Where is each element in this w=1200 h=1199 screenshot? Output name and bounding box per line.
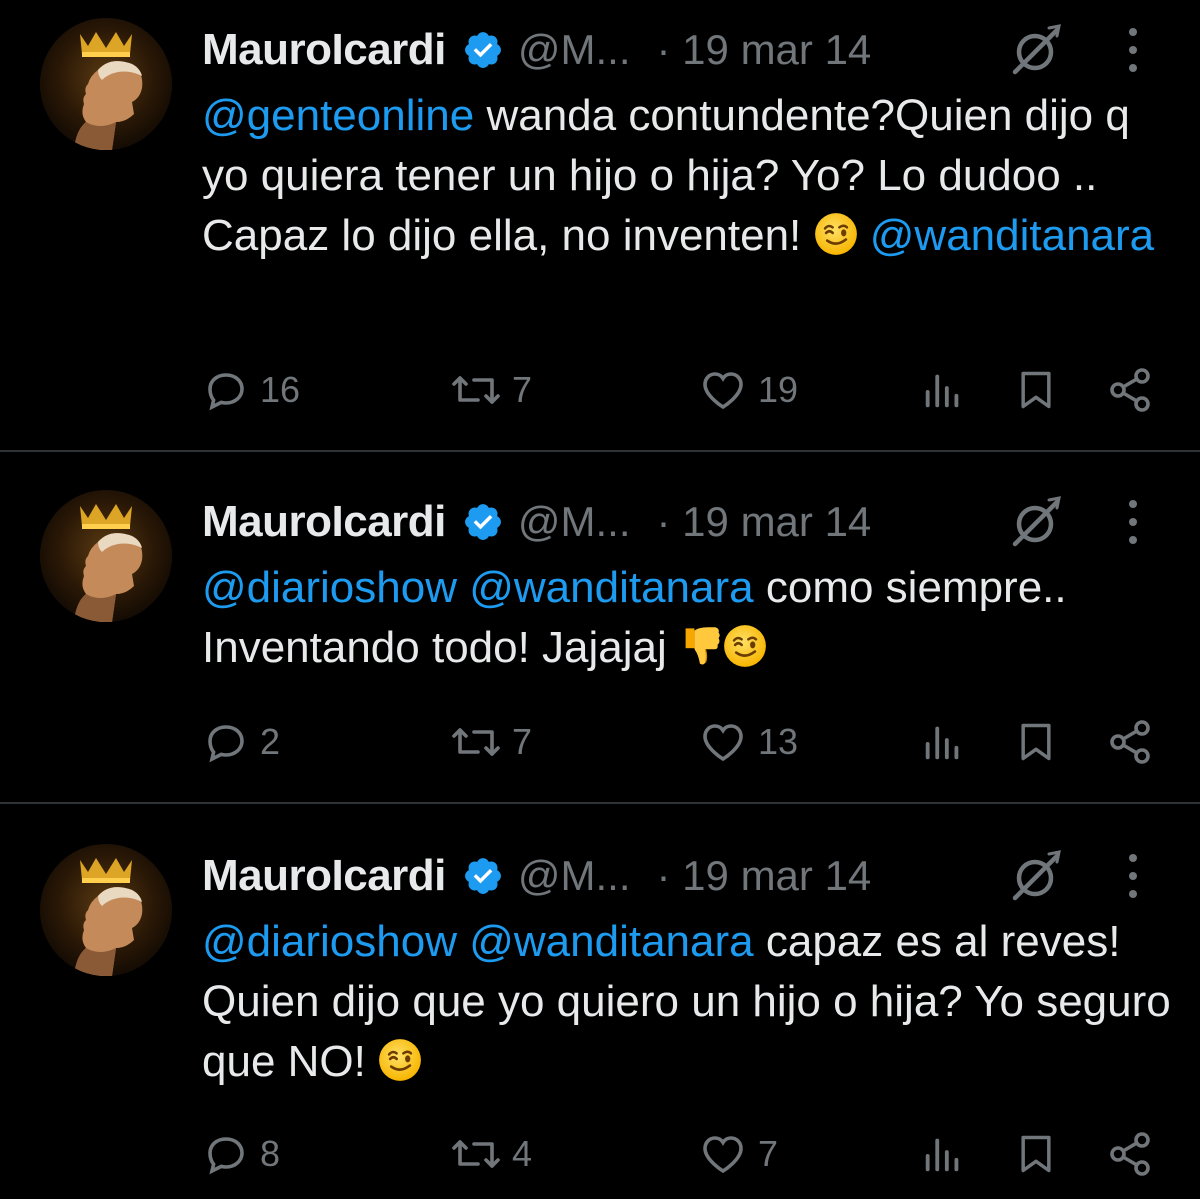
winking-face-emoji [723, 624, 767, 668]
share-icon [1110, 368, 1150, 412]
bookmark-button[interactable] [1014, 714, 1058, 770]
retweet-icon [452, 728, 500, 756]
retweet-count: 4 [512, 1133, 533, 1174]
bookmark-icon [1021, 1135, 1051, 1173]
mention-link[interactable]: @diarioshow [202, 917, 457, 966]
tweet-actions: 8 4 7 [0, 1126, 1200, 1182]
grok-icon[interactable] [1007, 848, 1063, 904]
avatar[interactable] [40, 18, 172, 150]
display-name[interactable]: MauroIcardi [202, 25, 446, 75]
reply-button[interactable]: 16 [202, 362, 300, 418]
like-count: 19 [758, 369, 799, 410]
display-name[interactable]: MauroIcardi [202, 851, 446, 901]
mention-link[interactable]: @diarioshow [202, 563, 457, 612]
tweet-header: MauroIcardi @M... · 19 mar 14 [202, 22, 1162, 78]
mention-link[interactable]: @wanditanara [469, 563, 753, 612]
like-button[interactable]: 7 [698, 1126, 778, 1182]
avatar[interactable] [40, 490, 172, 622]
bookmark-icon [1021, 723, 1051, 761]
mention-link[interactable]: @wanditanara [469, 917, 753, 966]
retweet-button[interactable]: 4 [450, 1126, 532, 1182]
grok-icon[interactable] [1007, 494, 1063, 550]
heart-icon [703, 1136, 743, 1174]
like-button[interactable]: 19 [698, 362, 798, 418]
like-count: 7 [758, 1133, 779, 1174]
share-icon [1110, 1132, 1150, 1176]
tweet-text: @diarioshow @wanditanara capaz es al rev… [202, 912, 1172, 1092]
tweet-text-segment [858, 211, 870, 260]
winking-face-emoji [378, 1038, 422, 1082]
share-button[interactable] [1106, 1126, 1154, 1182]
tweet-actions: 2 7 13 [0, 714, 1200, 770]
more-options-icon[interactable] [1118, 24, 1148, 76]
timestamp[interactable]: · 19 mar 14 [657, 852, 872, 900]
views-button[interactable] [920, 714, 966, 770]
avatar[interactable] [40, 844, 172, 976]
reply-icon [208, 373, 244, 411]
thumbs-down-emoji [679, 624, 723, 668]
handle[interactable]: @M... [518, 26, 631, 74]
retweet-button[interactable]: 7 [450, 714, 532, 770]
timeline: MauroIcardi @M... · 19 mar 14 @genteonli… [0, 0, 1200, 1199]
verified-badge-icon [464, 858, 501, 894]
tweet-text-segment [457, 563, 469, 612]
mention-link[interactable]: @genteonline [202, 91, 474, 140]
tweet-header: MauroIcardi @M... · 19 mar 14 [202, 494, 1162, 550]
views-button[interactable] [920, 362, 966, 418]
bookmark-icon [1021, 371, 1051, 409]
views-icon [925, 374, 959, 408]
heart-icon [703, 372, 743, 410]
views-icon [925, 726, 959, 760]
reply-button[interactable]: 2 [202, 714, 280, 770]
tweet[interactable]: MauroIcardi @M... · 19 mar 14 @diariosho… [0, 804, 1200, 1199]
share-icon [1110, 720, 1150, 764]
heart-icon [703, 724, 743, 762]
views-icon [925, 1138, 959, 1172]
retweet-icon [452, 376, 500, 404]
reply-count: 8 [260, 1133, 281, 1174]
reply-count: 16 [260, 369, 301, 410]
bookmark-button[interactable] [1014, 1126, 1058, 1182]
reply-icon [208, 725, 244, 763]
more-options-icon[interactable] [1118, 850, 1148, 902]
handle[interactable]: @M... [518, 852, 631, 900]
tweet-header: MauroIcardi @M... · 19 mar 14 [202, 848, 1162, 904]
tweet-actions: 16 7 19 [0, 362, 1200, 418]
share-button[interactable] [1106, 714, 1154, 770]
more-options-icon[interactable] [1118, 496, 1148, 548]
retweet-icon [452, 1140, 500, 1168]
tweet[interactable]: MauroIcardi @M... · 19 mar 14 @diariosho… [0, 452, 1200, 802]
verified-badge-icon [464, 504, 501, 540]
reply-icon [208, 1137, 244, 1175]
reply-button[interactable]: 8 [202, 1126, 280, 1182]
mention-link[interactable]: @wanditanara [870, 211, 1154, 260]
share-button[interactable] [1106, 362, 1154, 418]
like-count: 13 [758, 721, 799, 762]
tweet-text: @genteonline wanda contundente?Quien dij… [202, 86, 1172, 266]
timestamp[interactable]: · 19 mar 14 [657, 26, 872, 74]
tweet-text-segment [457, 917, 469, 966]
retweet-count: 7 [512, 369, 533, 410]
verified-badge-icon [464, 32, 501, 68]
retweet-count: 7 [512, 721, 533, 762]
tweet-text: @diarioshow @wanditanara como siempre.. … [202, 558, 1172, 678]
retweet-button[interactable]: 7 [450, 362, 532, 418]
bookmark-button[interactable] [1014, 362, 1058, 418]
handle[interactable]: @M... [518, 498, 631, 546]
like-button[interactable]: 13 [698, 714, 798, 770]
tweet[interactable]: MauroIcardi @M... · 19 mar 14 @genteonli… [0, 0, 1200, 450]
display-name[interactable]: MauroIcardi [202, 497, 446, 547]
grok-icon[interactable] [1007, 22, 1063, 78]
reply-count: 2 [260, 721, 281, 762]
views-button[interactable] [920, 1126, 966, 1182]
winking-face-emoji [814, 212, 858, 256]
timestamp[interactable]: · 19 mar 14 [657, 498, 872, 546]
